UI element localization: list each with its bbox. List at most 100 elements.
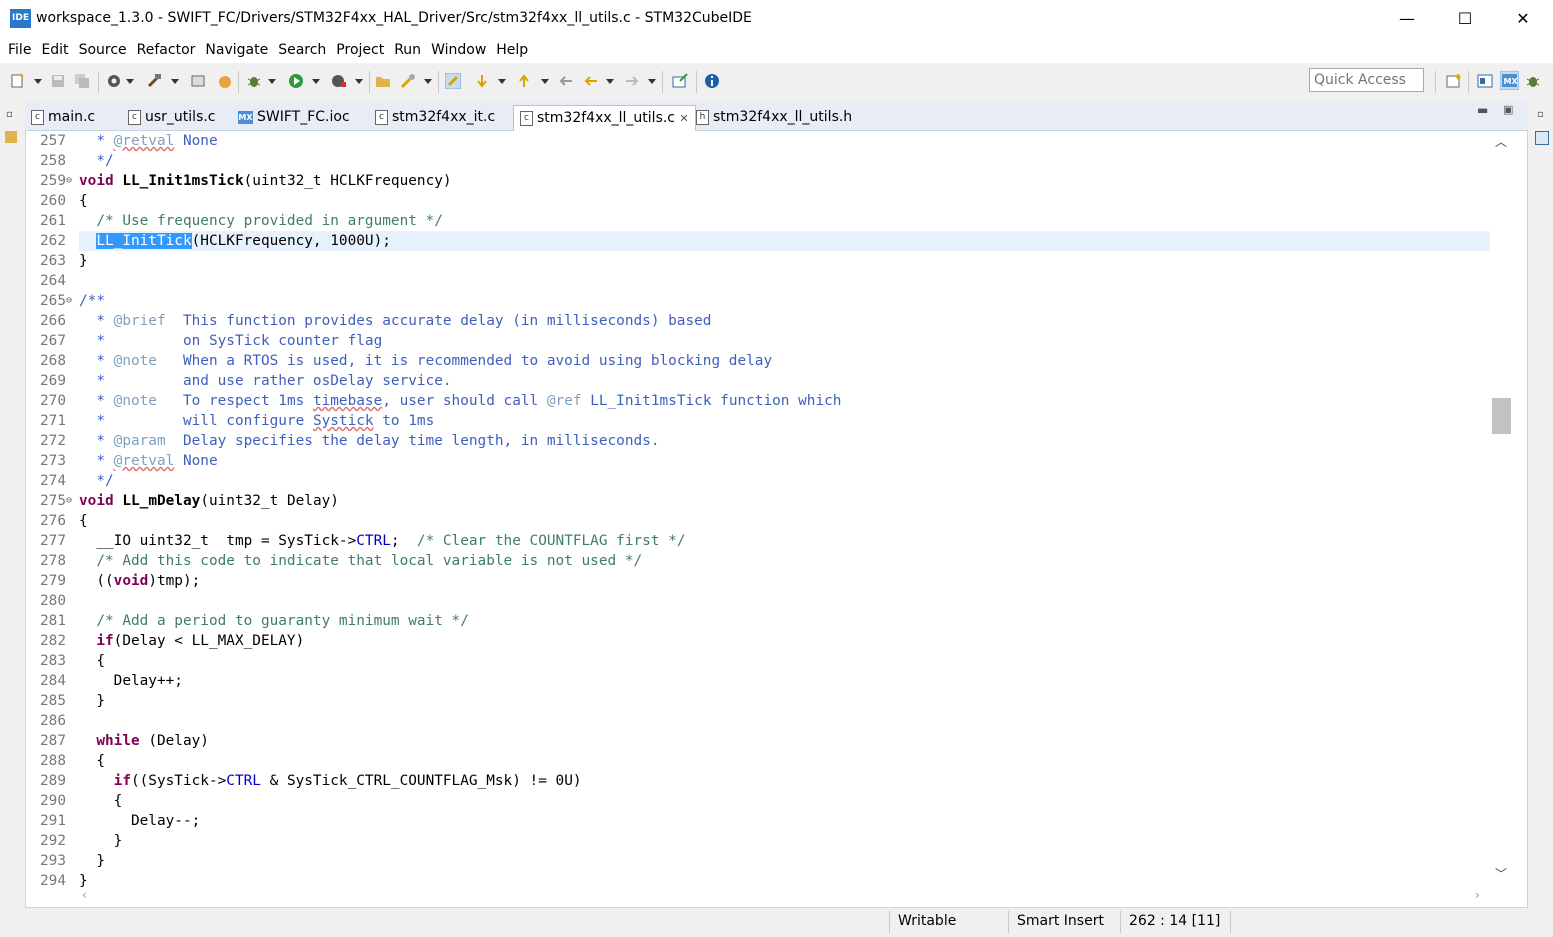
status-insert-mode[interactable]: Smart Insert [1017,913,1104,929]
code-line: Delay++; [79,673,183,689]
code-line: } [79,693,105,709]
tab-usr-utils-c[interactable]: c usr_utils.c [128,105,216,130]
menu-search[interactable]: Search [273,38,331,63]
settings-icon[interactable] [106,73,122,89]
line-number: 268 [40,353,66,369]
minimize-editor-icon[interactable]: ▬ [1477,103,1488,117]
fold-collapse-icon[interactable]: ⊖ [66,291,72,311]
save-all-icon[interactable] [74,73,90,89]
minimize-button[interactable]: — [1378,0,1436,38]
toolbar-separator [369,71,370,93]
status-divider [1008,911,1009,933]
toolbar-separator [238,71,239,93]
search-dropdown-icon[interactable] [424,79,432,84]
prev-annotation-dropdown-icon[interactable] [541,79,549,84]
forward-dropdown-icon[interactable] [648,79,656,84]
menu-source[interactable]: Source [74,38,132,63]
back-dropdown-icon[interactable] [606,79,614,84]
line-number: 262 [40,233,66,249]
c-perspective-icon[interactable] [1477,73,1493,89]
title-bar: IDE workspace_1.3.0 - SWIFT_FC/Drivers/S… [0,0,1553,38]
fold-collapse-icon[interactable]: ⊖ [66,171,72,191]
new-dropdown-icon[interactable] [34,79,42,84]
scroll-left-icon[interactable]: ‹ [82,888,87,902]
tab-stm32f4xx-ll-utils-c[interactable]: c stm32f4xx_ll_utils.c ✕ [513,105,696,131]
code-text-area[interactable]: * @retval None */ void LL_Init1msTick(uin… [79,131,1490,887]
scroll-right-icon[interactable]: › [1475,888,1480,902]
code-line: { [79,753,105,769]
run-icon[interactable] [288,73,304,89]
highlight-icon[interactable] [445,73,461,89]
pin-icon[interactable] [672,73,688,89]
debug-dropdown-icon[interactable] [268,79,276,84]
build-dropdown-icon[interactable] [171,79,179,84]
menu-window[interactable]: Window [426,38,491,63]
back-icon[interactable] [583,73,599,89]
menu-refactor[interactable]: Refactor [132,38,201,63]
vertical-scrollbar[interactable]: ︿ ﹀ [1490,131,1512,887]
scroll-up-icon[interactable]: ︿ [1495,133,1507,150]
restore-icon[interactable]: ▫ [1537,109,1544,120]
line-number: 271 [40,413,66,429]
c-file-icon: c [375,109,388,125]
maximize-editor-icon[interactable]: ▣ [1503,103,1513,116]
forward-icon[interactable] [624,73,640,89]
next-annotation-icon[interactable] [474,73,490,89]
maximize-button[interactable]: ☐ [1436,0,1494,38]
tab-label: main.c [48,109,96,125]
project-explorer-icon[interactable] [5,131,17,143]
quick-access-input[interactable] [1309,68,1424,92]
menu-project[interactable]: Project [331,38,389,63]
status-cursor-position[interactable]: 262 : 14 [11] [1129,913,1220,929]
search-icon[interactable] [400,73,416,89]
code-line: void LL_mDelay(uint32_t Delay) [79,493,339,509]
next-annotation-dropdown-icon[interactable] [498,79,506,84]
line-number: 287 [40,733,66,749]
bug-icon[interactable] [246,73,262,89]
menu-file[interactable]: File [3,38,36,63]
restore-icon[interactable]: ▫ [6,109,13,120]
close-button[interactable]: ✕ [1494,0,1552,38]
status-divider [889,911,890,933]
menu-help[interactable]: Help [491,38,533,63]
toolbar-separator [662,71,663,93]
scroll-down-icon[interactable]: ﹀ [1495,865,1507,882]
build-icon[interactable] [146,73,162,89]
last-edit-icon[interactable] [558,73,574,89]
tab-stm32f4xx-ll-utils-h[interactable]: h stm32f4xx_ll_utils.h [696,105,852,130]
menu-run[interactable]: Run [389,38,426,63]
prev-annotation-icon[interactable] [516,73,532,89]
tab-main-c[interactable]: c main.c [31,105,95,130]
menu-navigate[interactable]: Navigate [200,38,273,63]
new-icon[interactable] [10,73,26,89]
tab-close-icon[interactable]: ✕ [679,112,688,125]
code-line: { [79,793,123,809]
settings-dropdown-icon[interactable] [126,79,134,84]
menu-edit[interactable]: Edit [36,38,73,63]
line-number: 273 [40,453,66,469]
hand-icon[interactable] [217,73,233,89]
line-number: 279 [40,573,66,589]
external-tools-dropdown-icon[interactable] [355,79,363,84]
code-line: * @note When a RTOS is used, it is recom… [79,353,773,369]
horizontal-scrollbar[interactable]: ‹ › [79,887,1490,905]
open-perspective-icon[interactable] [1446,73,1462,89]
tab-swift-fc-ioc[interactable]: MX SWIFT_FC.ioc [238,105,350,130]
open-folder-icon[interactable] [375,73,391,89]
scrollbar-thumb[interactable] [1492,398,1511,434]
save-icon[interactable] [50,73,66,89]
fold-collapse-icon[interactable]: ⊖ [66,491,72,511]
run-dropdown-icon[interactable] [312,79,320,84]
code-line: * @note To respect 1ms timebase, user sh… [79,393,842,409]
outline-view-icon[interactable] [1535,131,1549,145]
external-tools-icon[interactable] [331,73,347,89]
tab-label: SWIFT_FC.ioc [257,109,350,125]
debug-config-icon[interactable] [190,73,206,89]
mx-perspective-icon[interactable]: MX [1500,71,1519,90]
c-file-icon: c [128,109,141,125]
code-line: /* Add this code to indicate that local … [96,553,643,569]
tab-stm32f4xx-it-c[interactable]: c stm32f4xx_it.c [375,105,495,130]
info-icon[interactable] [704,73,720,89]
line-number: 277 [40,533,66,549]
debug-perspective-icon[interactable] [1525,73,1541,89]
